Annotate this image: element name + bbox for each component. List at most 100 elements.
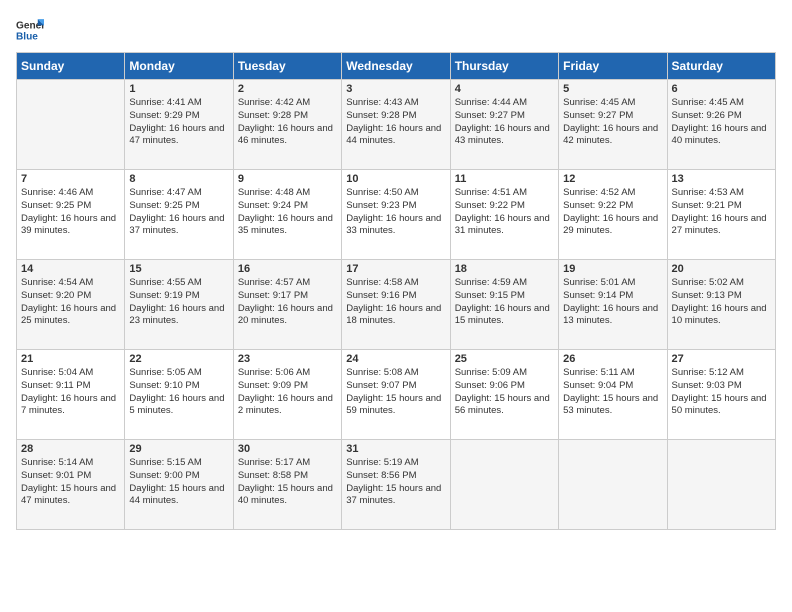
- day-info: Sunrise: 4:58 AMSunset: 9:16 PMDaylight:…: [346, 277, 445, 328]
- day-cell: [559, 440, 667, 530]
- day-cell: 21Sunrise: 5:04 AMSunset: 9:11 PMDayligh…: [17, 350, 125, 440]
- day-info: Sunrise: 4:45 AMSunset: 9:27 PMDaylight:…: [563, 97, 662, 148]
- day-number: 3: [346, 83, 445, 95]
- day-info: Sunrise: 4:59 AMSunset: 9:15 PMDaylight:…: [455, 277, 554, 328]
- day-info: Sunrise: 4:45 AMSunset: 9:26 PMDaylight:…: [672, 97, 771, 148]
- column-header-tuesday: Tuesday: [233, 53, 341, 80]
- day-number: 15: [129, 263, 228, 275]
- day-number: 23: [238, 353, 337, 365]
- week-row-2: 7 Sunrise: 4:46 AMSunset: 9:25 PMDaylight…: [17, 170, 776, 260]
- day-info: Sunrise: 4:50 AMSunset: 9:23 PMDaylight:…: [346, 187, 445, 238]
- day-number: 17: [346, 263, 445, 275]
- day-info: Sunrise: 5:05 AMSunset: 9:10 PMDaylight:…: [129, 367, 228, 418]
- day-info: Sunrise: 5:17 AMSunset: 8:58 PMDaylight:…: [238, 457, 337, 508]
- day-number: 26: [563, 353, 662, 365]
- day-info: Sunrise: 4:47 AMSunset: 9:25 PMDaylight:…: [129, 187, 228, 238]
- day-info: Sunrise: 4:41 AMSunset: 9:29 PMDaylight:…: [129, 97, 228, 148]
- column-header-saturday: Saturday: [667, 53, 775, 80]
- day-info: Sunrise: 4:55 AMSunset: 9:19 PMDaylight:…: [129, 277, 228, 328]
- day-info: Sunrise: 4:52 AMSunset: 9:22 PMDaylight:…: [563, 187, 662, 238]
- day-number: 12: [563, 173, 662, 185]
- week-row-1: 1 Sunrise: 4:41 AMSunset: 9:29 PMDaylight…: [17, 80, 776, 170]
- day-number: 7: [21, 173, 120, 185]
- day-number: 1: [129, 83, 228, 95]
- week-row-5: 28 Sunrise: 5:14 AMSunset: 9:01 PMDayligh…: [17, 440, 776, 530]
- day-cell: 28 Sunrise: 5:14 AMSunset: 9:01 PMDayligh…: [17, 440, 125, 530]
- day-cell: [450, 440, 558, 530]
- day-cell: 1 Sunrise: 4:41 AMSunset: 9:29 PMDaylight…: [125, 80, 233, 170]
- day-number: 5: [563, 83, 662, 95]
- day-number: 11: [455, 173, 554, 185]
- day-info: Sunrise: 5:12 AMSunset: 9:03 PMDaylight:…: [672, 367, 771, 418]
- column-header-wednesday: Wednesday: [342, 53, 450, 80]
- day-info: Sunrise: 5:19 AMSunset: 8:56 PMDaylight:…: [346, 457, 445, 508]
- day-number: 25: [455, 353, 554, 365]
- day-number: 28: [21, 443, 120, 455]
- day-info: Sunrise: 4:54 AMSunset: 9:20 PMDaylight:…: [21, 277, 120, 328]
- day-cell: 4 Sunrise: 4:44 AMSunset: 9:27 PMDaylight…: [450, 80, 558, 170]
- day-number: 19: [563, 263, 662, 275]
- day-number: 4: [455, 83, 554, 95]
- day-info: Sunrise: 5:09 AMSunset: 9:06 PMDaylight:…: [455, 367, 554, 418]
- day-cell: 2 Sunrise: 4:42 AMSunset: 9:28 PMDaylight…: [233, 80, 341, 170]
- day-number: 2: [238, 83, 337, 95]
- header-row: SundayMondayTuesdayWednesdayThursdayFrid…: [17, 53, 776, 80]
- day-info: Sunrise: 5:15 AMSunset: 9:00 PMDaylight:…: [129, 457, 228, 508]
- day-cell: 16Sunrise: 4:57 AMSunset: 9:17 PMDayligh…: [233, 260, 341, 350]
- day-number: 22: [129, 353, 228, 365]
- day-cell: 24 Sunrise: 5:08 AMSunset: 9:07 PMDayligh…: [342, 350, 450, 440]
- day-cell: 18Sunrise: 4:59 AMSunset: 9:15 PMDayligh…: [450, 260, 558, 350]
- day-cell: 14 Sunrise: 4:54 AMSunset: 9:20 PMDayligh…: [17, 260, 125, 350]
- day-info: Sunrise: 5:01 AMSunset: 9:14 PMDaylight:…: [563, 277, 662, 328]
- day-number: 24: [346, 353, 445, 365]
- day-cell: 3 Sunrise: 4:43 AMSunset: 9:28 PMDaylight…: [342, 80, 450, 170]
- day-info: Sunrise: 5:02 AMSunset: 9:13 PMDaylight:…: [672, 277, 771, 328]
- day-info: Sunrise: 4:46 AMSunset: 9:25 PMDaylight:…: [21, 187, 120, 238]
- day-cell: 8 Sunrise: 4:47 AMSunset: 9:25 PMDaylight…: [125, 170, 233, 260]
- day-number: 29: [129, 443, 228, 455]
- day-cell: 13Sunrise: 4:53 AMSunset: 9:21 PMDayligh…: [667, 170, 775, 260]
- day-info: Sunrise: 5:08 AMSunset: 9:07 PMDaylight:…: [346, 367, 445, 418]
- day-number: 9: [238, 173, 337, 185]
- day-number: 6: [672, 83, 771, 95]
- day-info: Sunrise: 4:53 AMSunset: 9:21 PMDaylight:…: [672, 187, 771, 238]
- day-cell: 9 Sunrise: 4:48 AMSunset: 9:24 PMDaylight…: [233, 170, 341, 260]
- day-info: Sunrise: 5:04 AMSunset: 9:11 PMDaylight:…: [21, 367, 120, 418]
- column-header-thursday: Thursday: [450, 53, 558, 80]
- day-cell: 30 Sunrise: 5:17 AMSunset: 8:58 PMDayligh…: [233, 440, 341, 530]
- day-number: 10: [346, 173, 445, 185]
- day-info: Sunrise: 4:44 AMSunset: 9:27 PMDaylight:…: [455, 97, 554, 148]
- column-header-monday: Monday: [125, 53, 233, 80]
- day-number: 30: [238, 443, 337, 455]
- calendar-table: SundayMondayTuesdayWednesdayThursdayFrid…: [16, 52, 776, 530]
- day-info: Sunrise: 5:14 AMSunset: 9:01 PMDaylight:…: [21, 457, 120, 508]
- day-info: Sunrise: 4:42 AMSunset: 9:28 PMDaylight:…: [238, 97, 337, 148]
- day-info: Sunrise: 4:43 AMSunset: 9:28 PMDaylight:…: [346, 97, 445, 148]
- week-row-4: 21Sunrise: 5:04 AMSunset: 9:11 PMDayligh…: [17, 350, 776, 440]
- day-info: Sunrise: 4:51 AMSunset: 9:22 PMDaylight:…: [455, 187, 554, 238]
- day-cell: [17, 80, 125, 170]
- day-cell: 12 Sunrise: 4:52 AMSunset: 9:22 PMDayligh…: [559, 170, 667, 260]
- day-cell: 20 Sunrise: 5:02 AMSunset: 9:13 PMDayligh…: [667, 260, 775, 350]
- day-number: 14: [21, 263, 120, 275]
- day-cell: 11 Sunrise: 4:51 AMSunset: 9:22 PMDayligh…: [450, 170, 558, 260]
- svg-text:Blue: Blue: [16, 31, 38, 42]
- day-cell: 22 Sunrise: 5:05 AMSunset: 9:10 PMDayligh…: [125, 350, 233, 440]
- week-row-3: 14 Sunrise: 4:54 AMSunset: 9:20 PMDayligh…: [17, 260, 776, 350]
- day-info: Sunrise: 5:11 AMSunset: 9:04 PMDaylight:…: [563, 367, 662, 418]
- logo: General Blue: [16, 16, 44, 44]
- day-cell: [667, 440, 775, 530]
- logo-icon: General Blue: [16, 16, 44, 44]
- day-number: 20: [672, 263, 771, 275]
- day-number: 8: [129, 173, 228, 185]
- day-cell: 5 Sunrise: 4:45 AMSunset: 9:27 PMDaylight…: [559, 80, 667, 170]
- day-number: 31: [346, 443, 445, 455]
- day-cell: 6 Sunrise: 4:45 AMSunset: 9:26 PMDaylight…: [667, 80, 775, 170]
- day-cell: 29 Sunrise: 5:15 AMSunset: 9:00 PMDayligh…: [125, 440, 233, 530]
- day-number: 16: [238, 263, 337, 275]
- day-cell: 15 Sunrise: 4:55 AMSunset: 9:19 PMDayligh…: [125, 260, 233, 350]
- day-info: Sunrise: 4:48 AMSunset: 9:24 PMDaylight:…: [238, 187, 337, 238]
- day-cell: 25 Sunrise: 5:09 AMSunset: 9:06 PMDayligh…: [450, 350, 558, 440]
- day-info: Sunrise: 5:06 AMSunset: 9:09 PMDaylight:…: [238, 367, 337, 418]
- day-cell: 26 Sunrise: 5:11 AMSunset: 9:04 PMDayligh…: [559, 350, 667, 440]
